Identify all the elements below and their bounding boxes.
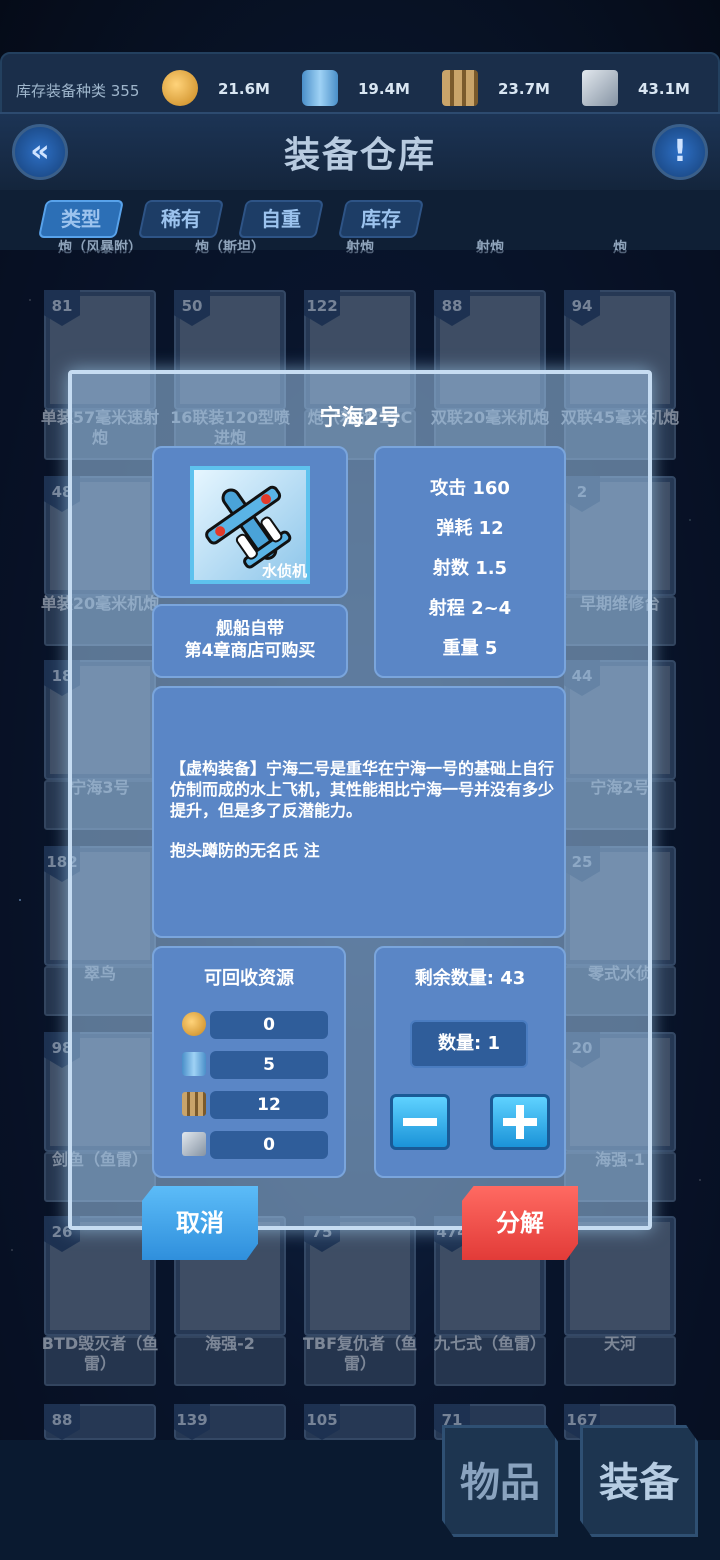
gold-value: 21.6M <box>218 80 270 98</box>
stat-weight: 重量 5 <box>442 638 498 659</box>
gold-coin-icon <box>162 70 198 106</box>
ammo-icon <box>442 70 478 106</box>
stat-ammo-cost: 弹耗 12 <box>436 518 504 539</box>
description-credit: 抱头蹲防的无名氏 注 <box>170 841 320 860</box>
minus-icon <box>403 1118 437 1126</box>
source-line-1: 舰船自带 <box>216 619 284 639</box>
recycle-aluminum: 0 <box>210 1131 328 1159</box>
filter-stock[interactable]: 库存 <box>337 200 425 238</box>
stat-range: 射程 2~4 <box>428 598 512 619</box>
ammo-icon <box>182 1092 206 1116</box>
page-title: 装备仓库 <box>283 135 436 176</box>
back-button[interactable]: « <box>12 124 68 180</box>
remaining-count: 剩余数量: 43 <box>414 968 526 989</box>
modal-title: 宁海2号 <box>319 406 401 431</box>
stat-shots: 射数 1.5 <box>432 558 508 579</box>
tab-items[interactable]: 物品 <box>442 1425 558 1537</box>
cancel-button[interactable]: 取消 <box>142 1186 258 1260</box>
increase-button[interactable] <box>490 1094 550 1150</box>
fuel-barrel-icon <box>182 1052 206 1076</box>
aluminum-icon <box>182 1132 206 1156</box>
recycle-fuel: 5 <box>210 1051 328 1079</box>
source-line-2: 第4章商店可购买 <box>184 641 316 661</box>
dismantle-button[interactable]: 分解 <box>462 1186 578 1260</box>
quantity-display: 数量: 1 <box>410 1020 528 1068</box>
ammo-value: 23.7M <box>498 80 550 98</box>
decrease-button[interactable] <box>390 1094 450 1150</box>
stat-attack: 攻击 160 <box>430 478 510 499</box>
recycle-gold: 0 <box>210 1011 328 1039</box>
aluminum-value: 43.1M <box>638 80 690 98</box>
recycle-ammo: 12 <box>210 1091 328 1119</box>
info-button[interactable]: ! <box>652 124 708 180</box>
aluminum-icon <box>582 70 618 106</box>
inventory-count: 库存装备种类 355 <box>16 82 140 100</box>
filter-weight[interactable]: 自重 <box>237 200 325 238</box>
gold-coin-icon <box>182 1012 206 1036</box>
filter-rarity[interactable]: 稀有 <box>137 200 225 238</box>
filter-type[interactable]: 类型 <box>37 200 125 238</box>
description-text: 【虚构装备】宁海二号是重华在宁海一号的基础上自行仿制而成的水上飞机，其性能相比宁… <box>170 759 555 820</box>
fuel-value: 19.4M <box>358 80 410 98</box>
thumb-type-tag: 水侦机 <box>262 562 308 580</box>
tab-equipment[interactable]: 装备 <box>580 1425 698 1537</box>
recycle-title: 可回收资源 <box>204 968 294 989</box>
fuel-barrel-icon <box>302 70 338 106</box>
